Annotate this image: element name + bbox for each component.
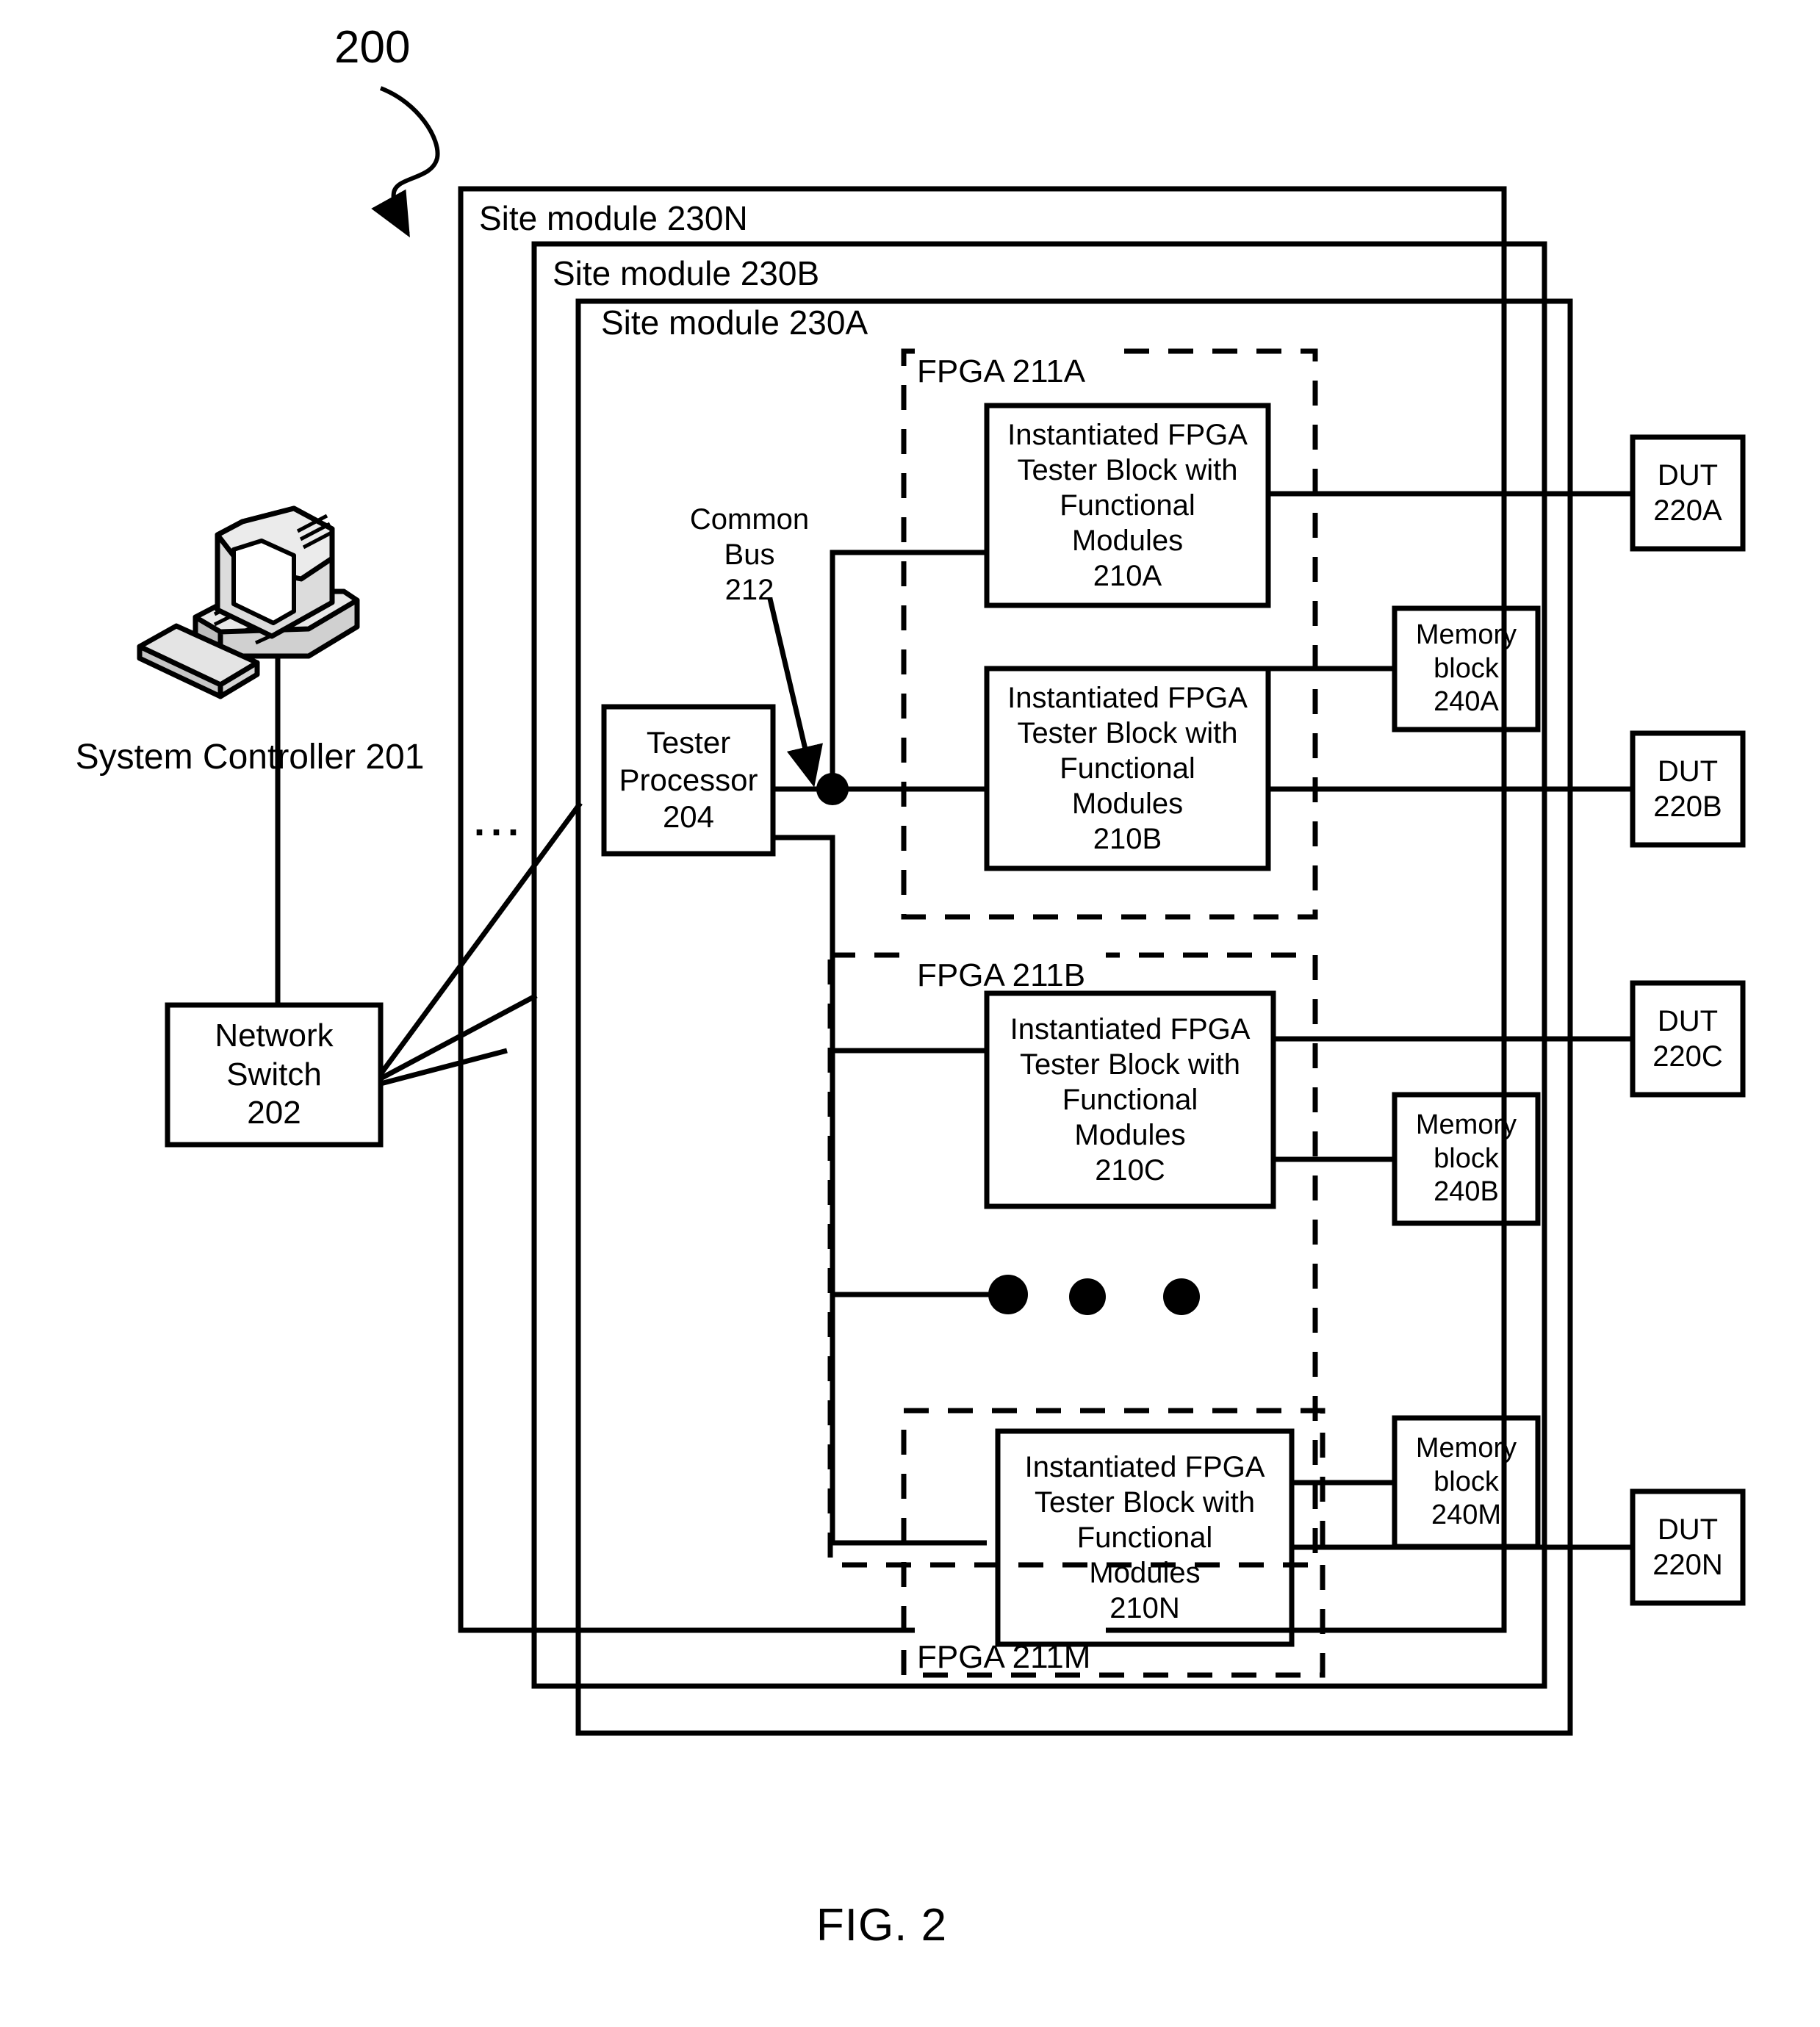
common-bus-line-1: Common bbox=[689, 503, 810, 536]
common-bus-line-2: Bus bbox=[724, 539, 775, 571]
dut-220B-line-1: DUT bbox=[1657, 755, 1719, 788]
ellipsis-dot-3 bbox=[1163, 1278, 1200, 1315]
tester-block-210B-line-2: Tester Block with bbox=[1017, 717, 1238, 749]
site-module-230B-label: Site module 230B bbox=[553, 254, 820, 292]
network-switch-line-2: Switch bbox=[226, 1056, 322, 1092]
tester-block-210A-line-2: Tester Block with bbox=[1017, 454, 1238, 486]
tester-processor-line-1: Tester bbox=[646, 725, 731, 760]
dut-220B-label: DUT 220B bbox=[1633, 733, 1743, 845]
tester-block-210N-line-1: Instantiated FPGA bbox=[1024, 1451, 1265, 1483]
tester-block-210C-line-2: Tester Block with bbox=[1019, 1048, 1241, 1081]
common-bus-pointer-arrow bbox=[767, 598, 823, 788]
dut-220N-label: DUT 220N bbox=[1633, 1491, 1743, 1603]
network-switch-line-1: Network bbox=[215, 1017, 334, 1054]
patent-figure-page: 200 Site module 230N Site module 230B Si… bbox=[0, 0, 1820, 2027]
site-module-ellipsis: ... bbox=[474, 800, 525, 844]
site-module-230N-box bbox=[458, 186, 1507, 1633]
tester-block-210A-line-5: 210A bbox=[1093, 560, 1162, 592]
dut-220C-line-1: DUT bbox=[1657, 1005, 1719, 1037]
network-switch-line-3: 202 bbox=[247, 1095, 301, 1131]
memory-block-240A-line-2: block bbox=[1434, 652, 1499, 684]
common-bus-label: Common Bus 212 bbox=[665, 503, 834, 606]
memory-block-240B-line-1: Memory bbox=[1415, 1109, 1517, 1141]
common-bus-junction-dot bbox=[816, 773, 849, 805]
desktop-computer-icon bbox=[137, 505, 360, 699]
dut-220A-label: DUT 220A bbox=[1633, 437, 1743, 549]
tester-block-210A-line-4: Modules bbox=[1071, 525, 1184, 557]
fpga-211B-label: FPGA 211B bbox=[917, 957, 1086, 993]
memory-block-240A-line-1: Memory bbox=[1415, 619, 1517, 651]
tester-block-210N-line-2: Tester Block with bbox=[1034, 1486, 1256, 1519]
memory-block-240M-line-2: block bbox=[1434, 1466, 1499, 1497]
dut-220N-line-2: 220N bbox=[1652, 1549, 1723, 1581]
ellipsis-dot-2 bbox=[1069, 1278, 1106, 1315]
dut-220C-line-2: 220C bbox=[1652, 1040, 1723, 1073]
tester-block-210N-line-4: Modules bbox=[1089, 1557, 1201, 1589]
wire-bus-to-ellipsis bbox=[830, 1051, 990, 1297]
callout-200-label: 200 bbox=[334, 22, 411, 73]
common-bus-line-3: 212 bbox=[724, 574, 774, 606]
memory-block-240M-line-3: 240M bbox=[1431, 1499, 1502, 1531]
network-switch-label: Network Switch 202 bbox=[168, 1005, 381, 1145]
tester-block-210C-line-3: Functional bbox=[1062, 1084, 1198, 1116]
tester-block-210C-label: Instantiated FPGA Tester Block with Func… bbox=[987, 993, 1273, 1206]
tester-block-210A-label: Instantiated FPGA Tester Block with Func… bbox=[987, 406, 1268, 605]
dut-220B-line-2: 220B bbox=[1653, 791, 1722, 823]
system-controller-label: System Controller 201 bbox=[75, 738, 425, 777]
memory-block-240M-label: Memory block 240M bbox=[1395, 1418, 1538, 1547]
ellipsis-dot-1 bbox=[988, 1275, 1028, 1314]
tester-block-210N-line-5: 210N bbox=[1109, 1592, 1180, 1624]
dut-220N-line-1: DUT bbox=[1657, 1513, 1719, 1546]
tester-processor-line-2: Processor bbox=[619, 762, 758, 797]
memory-block-240B-line-3: 240B bbox=[1434, 1176, 1499, 1208]
memory-block-240A-label: Memory block 240A bbox=[1395, 608, 1538, 730]
memory-block-240M-line-1: Memory bbox=[1415, 1433, 1517, 1464]
dut-220A-line-1: DUT bbox=[1657, 459, 1719, 492]
tester-block-210N-label: Instantiated FPGA Tester Block with Func… bbox=[998, 1431, 1292, 1644]
site-module-230N-label: Site module 230N bbox=[479, 199, 748, 237]
dut-220C-label: DUT 220C bbox=[1633, 983, 1743, 1095]
wire-bus-to-210A bbox=[830, 550, 987, 789]
tester-block-210C-line-5: 210C bbox=[1095, 1154, 1165, 1187]
fpga-211A-label: FPGA 211A bbox=[917, 353, 1086, 389]
tester-block-210C-line-4: Modules bbox=[1074, 1119, 1186, 1151]
figure-caption: FIG. 2 bbox=[816, 1900, 948, 1951]
tester-block-210B-line-4: Modules bbox=[1071, 788, 1184, 820]
memory-block-240B-label: Memory block 240B bbox=[1395, 1095, 1538, 1223]
tester-processor-label: Tester Processor 204 bbox=[604, 707, 773, 854]
tester-block-210B-label: Instantiated FPGA Tester Block with Func… bbox=[987, 669, 1268, 868]
tester-block-210N-line-3: Functional bbox=[1076, 1522, 1213, 1554]
tester-block-210C-line-1: Instantiated FPGA bbox=[1010, 1013, 1251, 1045]
tester-processor-line-3: 204 bbox=[662, 799, 715, 835]
dut-220A-line-2: 220A bbox=[1653, 494, 1722, 527]
tester-block-210A-line-3: Functional bbox=[1060, 489, 1195, 522]
tester-block-210B-line-3: Functional bbox=[1060, 752, 1195, 785]
tester-block-210A-line-1: Instantiated FPGA bbox=[1007, 419, 1248, 451]
callout-200-arrow bbox=[371, 86, 440, 238]
tester-block-210B-line-1: Instantiated FPGA bbox=[1007, 682, 1248, 714]
wire-bus-to-210N bbox=[830, 1295, 987, 1546]
tester-block-210B-line-5: 210B bbox=[1093, 823, 1162, 855]
memory-block-240A-line-3: 240A bbox=[1434, 686, 1499, 718]
site-module-230A-label: Site module 230A bbox=[601, 303, 868, 342]
memory-block-240B-line-2: block bbox=[1434, 1142, 1499, 1174]
